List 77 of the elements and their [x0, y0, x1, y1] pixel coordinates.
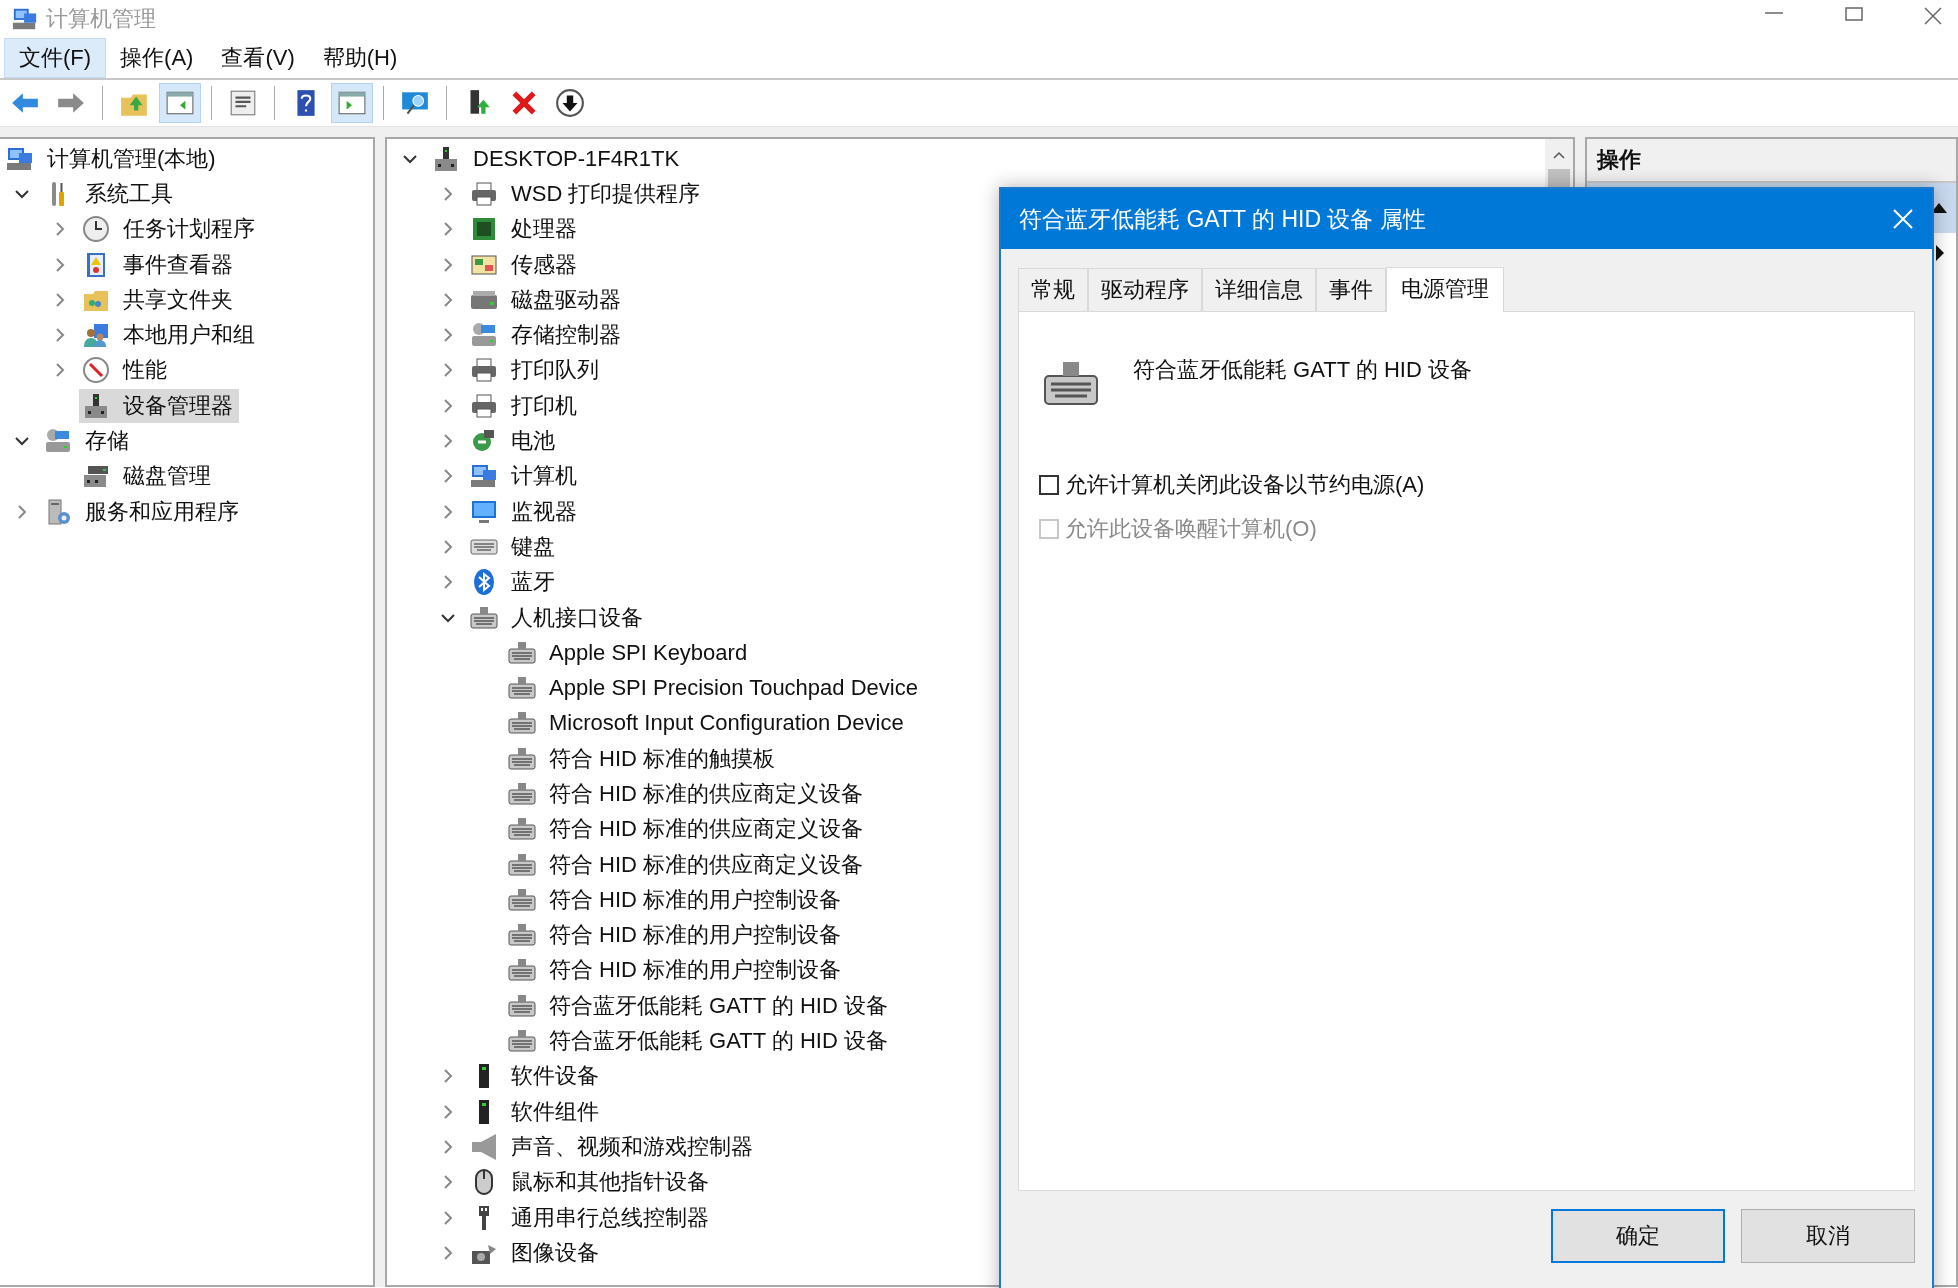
tree-item[interactable]: 软件设备: [467, 1059, 605, 1094]
printer-icon: [470, 179, 498, 208]
tree-item[interactable]: 符合 HID 标准的用户控制设备: [505, 918, 848, 953]
tab[interactable]: 驱动程序: [1088, 268, 1202, 311]
storage-icon: [44, 427, 72, 455]
menu-item[interactable]: 帮助(H): [308, 38, 412, 78]
cancel-button[interactable]: 取消: [1741, 1209, 1915, 1263]
tree-item[interactable]: 打印队列: [467, 353, 605, 388]
menu-item[interactable]: 查看(V): [207, 38, 309, 78]
gauge-icon: [82, 356, 110, 385]
tree-item[interactable]: 性能: [79, 353, 173, 388]
tree-item[interactable]: 存储: [41, 424, 135, 458]
clock-icon: [82, 215, 110, 244]
window-title: 计算机管理: [46, 5, 156, 33]
tab[interactable]: 电源管理: [1386, 267, 1504, 312]
tree-item[interactable]: 存储控制器: [467, 318, 627, 353]
tab[interactable]: 详细信息: [1202, 268, 1316, 311]
tree-item[interactable]: 键盘: [467, 529, 561, 564]
users-icon: [82, 321, 110, 350]
tree-item[interactable]: 磁盘驱动器: [467, 282, 627, 317]
ok-button[interactable]: 确定: [1551, 1209, 1725, 1263]
tree-item[interactable]: 符合 HID 标准的触摸板: [505, 741, 782, 776]
tree-item[interactable]: 符合蓝牙低能耗 GATT 的 HID 设备: [505, 988, 894, 1023]
tree-item[interactable]: 任务计划程序: [79, 212, 261, 247]
dialog-title: 符合蓝牙低能耗 GATT 的 HID 设备 属性: [1019, 204, 1426, 234]
tree-item[interactable]: 符合 HID 标准的用户控制设备: [505, 882, 848, 917]
tree-item[interactable]: 事件查看器: [79, 247, 239, 282]
tree-item[interactable]: 人机接口设备: [467, 600, 649, 635]
tree-item[interactable]: 传感器: [467, 247, 583, 282]
checkbox[interactable]: [1039, 475, 1059, 495]
tree-item[interactable]: 计算机: [467, 459, 583, 494]
tree-item[interactable]: 通用串行总线控制器: [467, 1200, 715, 1235]
tree-item[interactable]: 图像设备: [467, 1235, 605, 1270]
tree-item[interactable]: 符合 HID 标准的供应商定义设备: [505, 847, 870, 882]
computer-icon: [12, 6, 38, 32]
tree-item[interactable]: Microsoft Input Configuration Device: [505, 707, 910, 740]
menu-item[interactable]: 文件(F): [4, 38, 107, 78]
tree-item[interactable]: Apple SPI Precision Touchpad Device: [505, 672, 924, 705]
tree-item[interactable]: 符合 HID 标准的供应商定义设备: [505, 777, 870, 811]
tree-item[interactable]: 符合蓝牙低能耗 GATT 的 HID 设备: [505, 1024, 894, 1059]
tree-item[interactable]: 监视器: [467, 494, 583, 529]
properties-icon: [228, 88, 258, 118]
device-icon: [432, 144, 460, 173]
tree-item[interactable]: WSD 打印提供程序: [467, 176, 707, 211]
checkbox-label: 允许此设备唤醒计算机(O): [1065, 515, 1317, 543]
menu-item[interactable]: 操作(A): [106, 38, 208, 78]
tree-item[interactable]: 蓝牙: [467, 565, 561, 600]
tree-item[interactable]: 符合 HID 标准的用户控制设备: [505, 953, 848, 988]
tree-item[interactable]: DESKTOP-1F4R1TK: [429, 142, 686, 175]
hid-device-icon: [508, 780, 536, 808]
tree-item[interactable]: 本地用户和组: [79, 318, 261, 353]
tree-item[interactable]: 计算机管理(本地): [3, 141, 222, 176]
tree-item[interactable]: 磁盘管理: [79, 459, 217, 494]
download-icon: [555, 88, 585, 118]
submenu-arrow-icon[interactable]: [1934, 244, 1946, 262]
device-name: 符合蓝牙低能耗 GATT 的 HID 设备: [1133, 356, 1472, 384]
tree-item[interactable]: 符合 HID 标准的供应商定义设备: [505, 812, 870, 847]
tab[interactable]: 事件: [1316, 268, 1386, 311]
tree-item[interactable]: 共享文件夹: [79, 282, 239, 317]
printer-icon: [470, 391, 498, 420]
tree-item[interactable]: Apple SPI Keyboard: [505, 636, 754, 669]
tree-item[interactable]: 处理器: [467, 212, 583, 247]
device-icon: [82, 391, 110, 420]
printer-icon: [470, 356, 498, 385]
checkbox-label: 允许计算机关闭此设备以节约电源(A): [1065, 471, 1425, 499]
tab[interactable]: 常规: [1018, 268, 1088, 311]
tree-item[interactable]: 声音、视频和游戏控制器: [467, 1129, 759, 1164]
tree-item[interactable]: 系统工具: [41, 176, 179, 211]
close-icon[interactable]: [1892, 208, 1914, 230]
tree-item[interactable]: 打印机: [467, 388, 583, 423]
tree-item[interactable]: 设备管理器: [79, 388, 239, 423]
speaker-icon: [470, 1132, 498, 1161]
tree-item[interactable]: 软件组件: [467, 1094, 605, 1129]
tree-item[interactable]: 服务和应用程序: [41, 494, 245, 529]
tree-item[interactable]: 鼠标和其他指针设备: [467, 1165, 715, 1200]
tree-item[interactable]: 电池: [467, 424, 561, 458]
actions-header: 操作: [1587, 139, 1956, 183]
